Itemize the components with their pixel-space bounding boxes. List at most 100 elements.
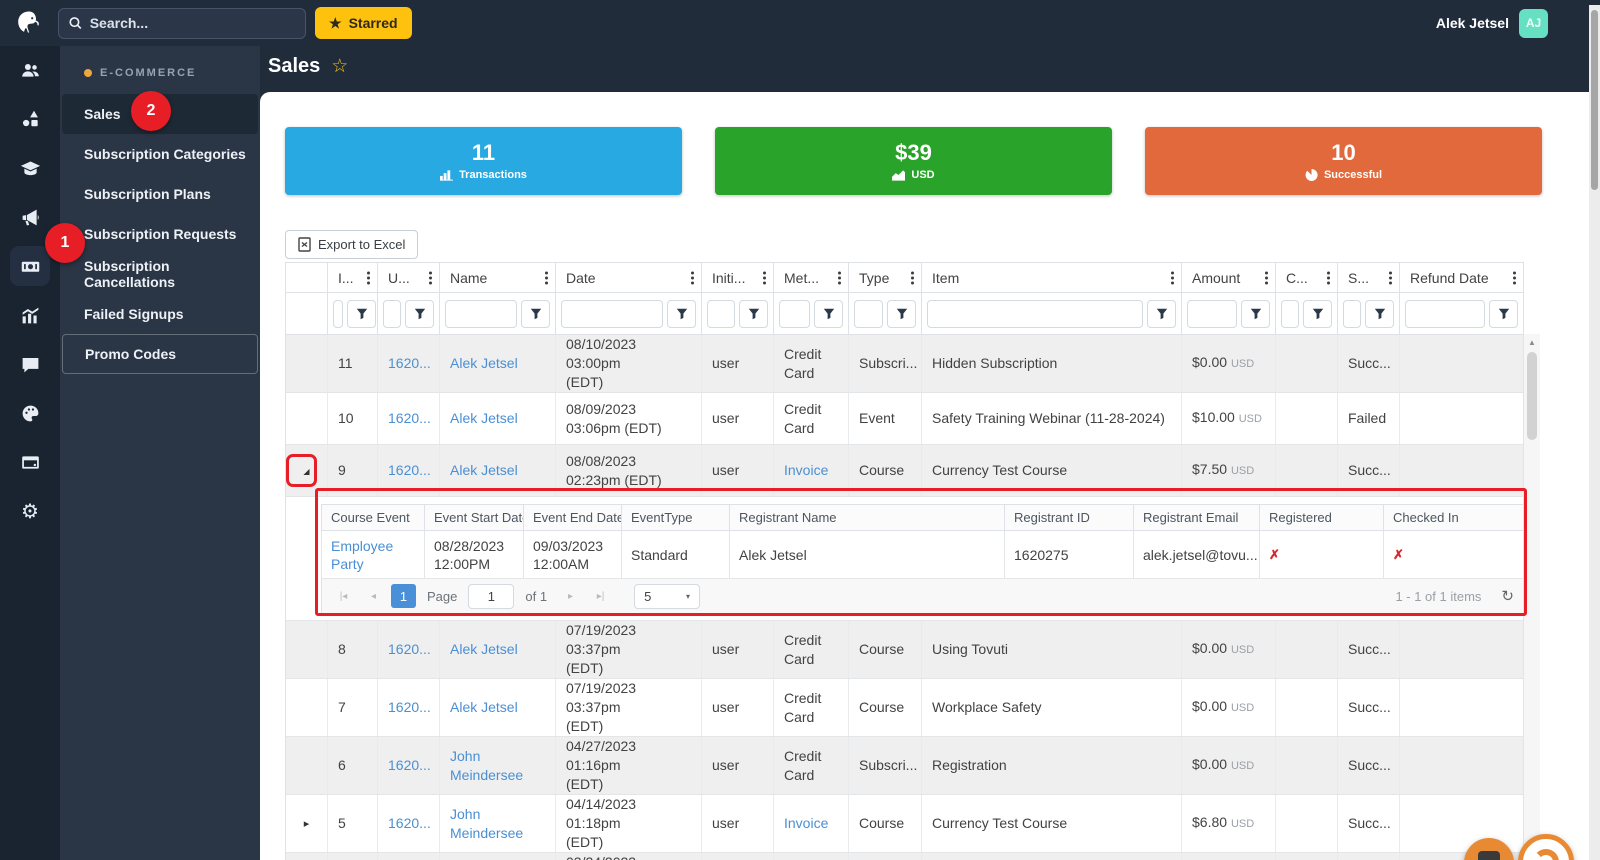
favorite-star-icon[interactable]: ☆ — [331, 55, 348, 78]
funnel-icon — [676, 308, 687, 319]
table-row[interactable]: 6 1620... John Meindersee 04/27/2023 01:… — [285, 736, 1524, 795]
name-link[interactable]: Alek Jetsel — [450, 410, 518, 426]
column-header-currency[interactable]: C... — [1275, 262, 1338, 293]
filter-button[interactable] — [739, 299, 768, 328]
filter-input[interactable] — [707, 299, 735, 328]
page-scrollbar[interactable] — [1589, 5, 1600, 860]
filter-input[interactable] — [1281, 299, 1299, 328]
grid-scrollbar-thumb — [1527, 352, 1537, 440]
user-id-link[interactable]: 1620... — [388, 757, 431, 773]
column-header-name[interactable]: Name — [439, 262, 556, 293]
filter-input[interactable] — [561, 299, 663, 328]
funnel-icon — [356, 308, 367, 319]
column-menu-icon — [1265, 271, 1268, 284]
user-id-link[interactable]: 1620... — [388, 699, 431, 715]
filter-button[interactable] — [1147, 299, 1176, 328]
column-header-initiated[interactable]: Initi... — [701, 262, 774, 293]
user-id-link[interactable]: 1620... — [388, 815, 431, 831]
filter-button[interactable] — [887, 299, 916, 328]
annotation-rect-detail-grid — [315, 488, 1527, 616]
avatar[interactable]: AJ — [1519, 8, 1548, 38]
name-link[interactable]: John Meindersee — [450, 748, 523, 783]
funnel-icon — [896, 308, 907, 319]
filter-button[interactable] — [667, 299, 696, 328]
invoice-link[interactable]: Invoice — [784, 815, 828, 831]
search-input[interactable] — [89, 15, 295, 31]
sidebar-item-failed-signups[interactable]: Failed Signups — [62, 294, 258, 334]
column-header-id[interactable]: I... — [327, 262, 378, 293]
filter-input[interactable] — [927, 299, 1143, 328]
sidebar-item-settings[interactable]: ⚙ — [0, 487, 60, 536]
filter-button[interactable] — [814, 299, 843, 328]
column-menu-icon — [367, 271, 370, 284]
expand-cell — [285, 736, 328, 795]
invoice-link[interactable]: Invoice — [784, 462, 828, 478]
expand-column-header — [285, 262, 328, 293]
sidebar-item-users[interactable] — [0, 46, 60, 95]
column-header-refund-date[interactable]: Refund Date — [1399, 262, 1524, 293]
name-link[interactable]: Alek Jetsel — [450, 462, 518, 478]
sidebar-item-subscription-cancellations[interactable]: Subscription Cancellations — [62, 254, 258, 294]
user-id-link[interactable]: 1620... — [388, 410, 431, 426]
stat-card-successful[interactable]: 10 Successful — [1145, 127, 1542, 195]
filter-button[interactable] — [1365, 299, 1394, 328]
filter-input[interactable] — [383, 299, 401, 328]
section-dot-icon — [84, 69, 92, 77]
column-header-amount[interactable]: Amount — [1181, 262, 1276, 293]
sidebar-item-analytics[interactable] — [0, 291, 60, 340]
filter-input[interactable] — [333, 299, 343, 328]
export-to-excel-button[interactable]: Export to Excel — [285, 230, 419, 259]
sidebar-item-site[interactable] — [0, 438, 60, 487]
stat-card-transactions[interactable]: 11 Transactions — [285, 127, 682, 195]
name-link[interactable]: Alek Jetsel — [450, 355, 518, 371]
table-row[interactable]: 7 1620... Alek Jetsel 07/19/2023 03:37pm… — [285, 678, 1524, 737]
sidebar-item-subscription-plans[interactable]: Subscription Plans — [62, 174, 258, 214]
column-header-user[interactable]: U... — [377, 262, 440, 293]
filter-input[interactable] — [1343, 299, 1361, 328]
user-id-link[interactable]: 1620... — [388, 355, 431, 371]
column-header-date[interactable]: Date — [555, 262, 702, 293]
sidebar-item-subscription-requests[interactable]: Subscription Requests — [62, 214, 258, 254]
funnel-icon — [1312, 308, 1323, 319]
user-id-link[interactable]: 1620... — [388, 641, 431, 657]
name-link[interactable]: Alek Jetsel — [450, 699, 518, 715]
table-row[interactable]: 8 1620... Alek Jetsel 07/19/2023 03:37pm… — [285, 620, 1524, 679]
stat-card-usd[interactable]: $39 USD — [715, 127, 1112, 195]
starred-button[interactable]: ★ Starred — [315, 7, 412, 39]
table-row[interactable]: 11 1620... Alek Jetsel 08/10/2023 03:00p… — [285, 334, 1524, 393]
column-header-type[interactable]: Type — [848, 262, 922, 293]
name-link[interactable]: John Meindersee — [450, 806, 523, 841]
name-link[interactable]: Alek Jetsel — [450, 641, 518, 657]
sidebar-item-reports[interactable] — [0, 95, 60, 144]
table-row[interactable]: John Meindersee 03/24/2023 09:20am (EDT)… — [285, 852, 1524, 860]
column-header-status[interactable]: S... — [1337, 262, 1400, 293]
filter-input[interactable] — [779, 299, 810, 328]
table-row[interactable]: 10 1620... Alek Jetsel 08/09/2023 03:06p… — [285, 392, 1524, 445]
user-id-link[interactable]: 1620... — [388, 462, 431, 478]
filter-button[interactable] — [1241, 299, 1270, 328]
table-row[interactable]: ▸ 5 1620... John Meindersee 04/14/2023 0… — [285, 794, 1524, 853]
filter-input[interactable] — [445, 299, 517, 328]
filter-input[interactable] — [1187, 299, 1237, 328]
sidebar-item-messages[interactable] — [0, 340, 60, 389]
filter-button[interactable] — [347, 299, 376, 328]
sidebar-item-learning[interactable] — [0, 144, 60, 193]
tovuti-logo-icon[interactable] — [13, 7, 45, 39]
expand-cell[interactable]: ▸ — [285, 794, 328, 853]
column-header-method[interactable]: Met... — [773, 262, 849, 293]
filter-input[interactable] — [854, 299, 883, 328]
annotation-rect-expand-icon — [286, 454, 317, 487]
filter-button[interactable] — [1303, 299, 1332, 328]
filter-button[interactable] — [405, 299, 434, 328]
column-header-item[interactable]: Item — [921, 262, 1182, 293]
sidebar-item-branding[interactable] — [0, 389, 60, 438]
global-search — [58, 7, 306, 39]
sidebar-item-promo-codes[interactable]: Promo Codes — [62, 334, 258, 374]
filter-button[interactable] — [521, 299, 550, 328]
analytics-icon — [22, 307, 38, 324]
filter-input[interactable] — [1405, 299, 1485, 328]
filter-button[interactable] — [1489, 299, 1518, 328]
column-menu-icon — [838, 271, 841, 284]
sidebar-item-subscription-categories[interactable]: Subscription Categories — [62, 134, 258, 174]
bar-chart-icon — [440, 169, 454, 181]
